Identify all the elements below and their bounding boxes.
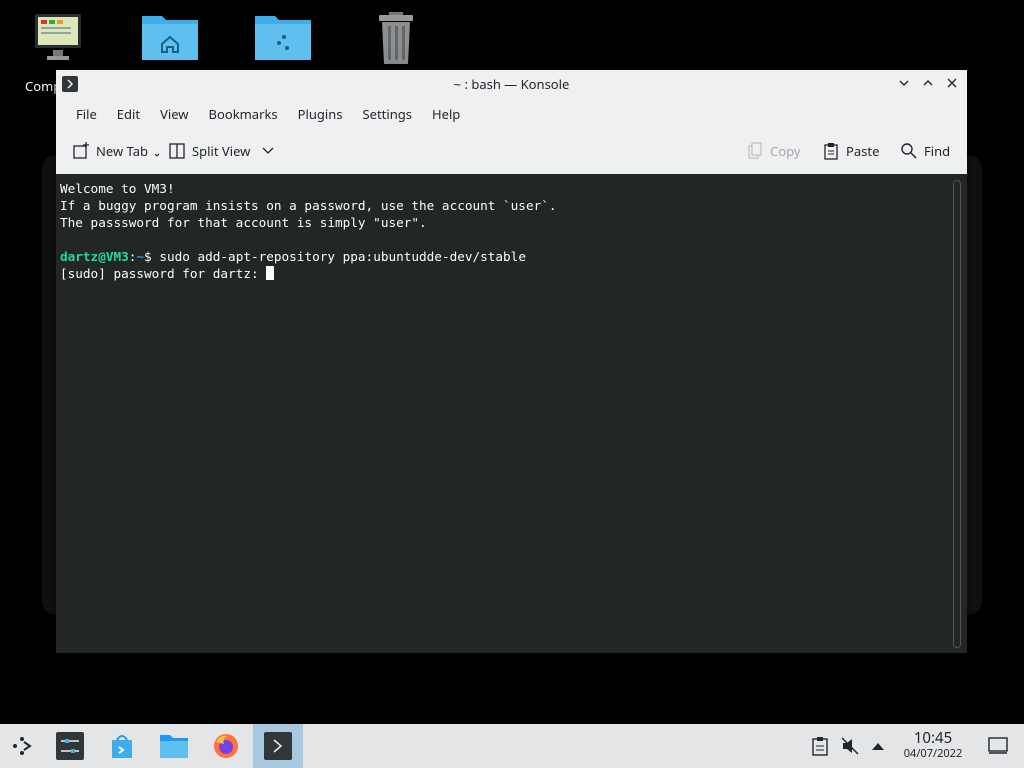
konsole-app-icon[interactable] <box>62 76 78 92</box>
app-launcher-icon[interactable] <box>6 730 38 762</box>
terminal-line: If a buggy program insists on a password… <box>60 198 557 213</box>
prompt-path: ~ <box>136 249 145 264</box>
terminal-line: Welcome to VM3! <box>60 181 175 196</box>
paste-label: Paste <box>846 142 880 160</box>
search-icon <box>901 143 917 159</box>
menu-view[interactable]: View <box>150 105 198 123</box>
copy-button[interactable]: Copy <box>746 140 800 162</box>
toolbar: New Tab Split View Copy Paste Find <box>56 130 967 174</box>
terminal-scrollbar[interactable] <box>953 180 961 648</box>
taskbar: 10:45 04/07/2022 <box>0 724 1024 768</box>
find-button[interactable]: Find <box>900 140 950 162</box>
show-desktop-icon[interactable] <box>982 730 1014 762</box>
digital-clock[interactable]: 10:45 04/07/2022 <box>890 730 976 761</box>
split-view-icon <box>169 143 185 159</box>
window-title: ~ : bash — Konsole <box>453 75 570 93</box>
sudo-password-prompt: [sudo] password for dartz: <box>60 266 267 281</box>
menu-file[interactable]: File <box>66 105 107 123</box>
close-icon[interactable] <box>945 74 959 92</box>
terminal-area[interactable]: Welcome to VM3! If a buggy program insis… <box>56 174 967 653</box>
chevron-down-icon[interactable] <box>260 144 276 158</box>
discover-task-icon[interactable] <box>106 730 138 762</box>
file-manager-task-icon[interactable] <box>158 730 190 762</box>
maximize-icon[interactable] <box>921 74 935 92</box>
menu-edit[interactable]: Edit <box>107 105 150 123</box>
prompt-user: dartz@VM3 <box>60 249 129 264</box>
copy-icon <box>748 142 762 159</box>
clock-date: 04/07/2022 <box>903 746 963 761</box>
konsole-window: ~ : bash — Konsole File Edit View Bookma… <box>56 70 967 653</box>
trash-icon[interactable] <box>361 10 431 70</box>
new-tab-label: New Tab <box>96 142 149 160</box>
text-cursor <box>266 266 275 280</box>
konsole-task-icon[interactable] <box>253 724 303 768</box>
computer-desktop-icon[interactable] <box>22 10 92 70</box>
network-folder-icon[interactable] <box>248 10 318 70</box>
new-tab-icon <box>73 142 89 159</box>
terminal-command: sudo add-apt-repository ppa:ubuntudde-de… <box>159 249 526 264</box>
terminal-line: The passsword for that account is simply… <box>60 215 427 230</box>
split-view-label: Split View <box>192 142 251 160</box>
menu-bookmarks[interactable]: Bookmarks <box>199 105 288 123</box>
system-settings-task-icon[interactable] <box>54 730 86 762</box>
minimize-icon[interactable] <box>897 74 911 92</box>
new-tab-button[interactable]: New Tab <box>72 140 160 162</box>
menu-plugins[interactable]: Plugins <box>288 105 353 123</box>
paste-button[interactable]: Paste <box>822 140 879 162</box>
chevron-down-icon <box>154 153 160 157</box>
prompt-symbol: $ <box>144 249 160 264</box>
menu-help[interactable]: Help <box>422 105 470 123</box>
copy-label: Copy <box>770 142 801 160</box>
home-folder-icon[interactable] <box>135 10 205 70</box>
menu-bar: File Edit View Bookmarks Plugins Setting… <box>56 98 967 130</box>
split-view-button[interactable]: Split View <box>168 140 276 162</box>
clipboard-tray-icon[interactable] <box>804 730 836 762</box>
find-label: Find <box>924 142 951 160</box>
menu-settings[interactable]: Settings <box>353 105 422 123</box>
firefox-task-icon[interactable] <box>210 730 242 762</box>
title-bar[interactable]: ~ : bash — Konsole <box>56 70 967 98</box>
paste-icon <box>824 143 838 160</box>
clock-time: 10:45 <box>913 728 953 748</box>
